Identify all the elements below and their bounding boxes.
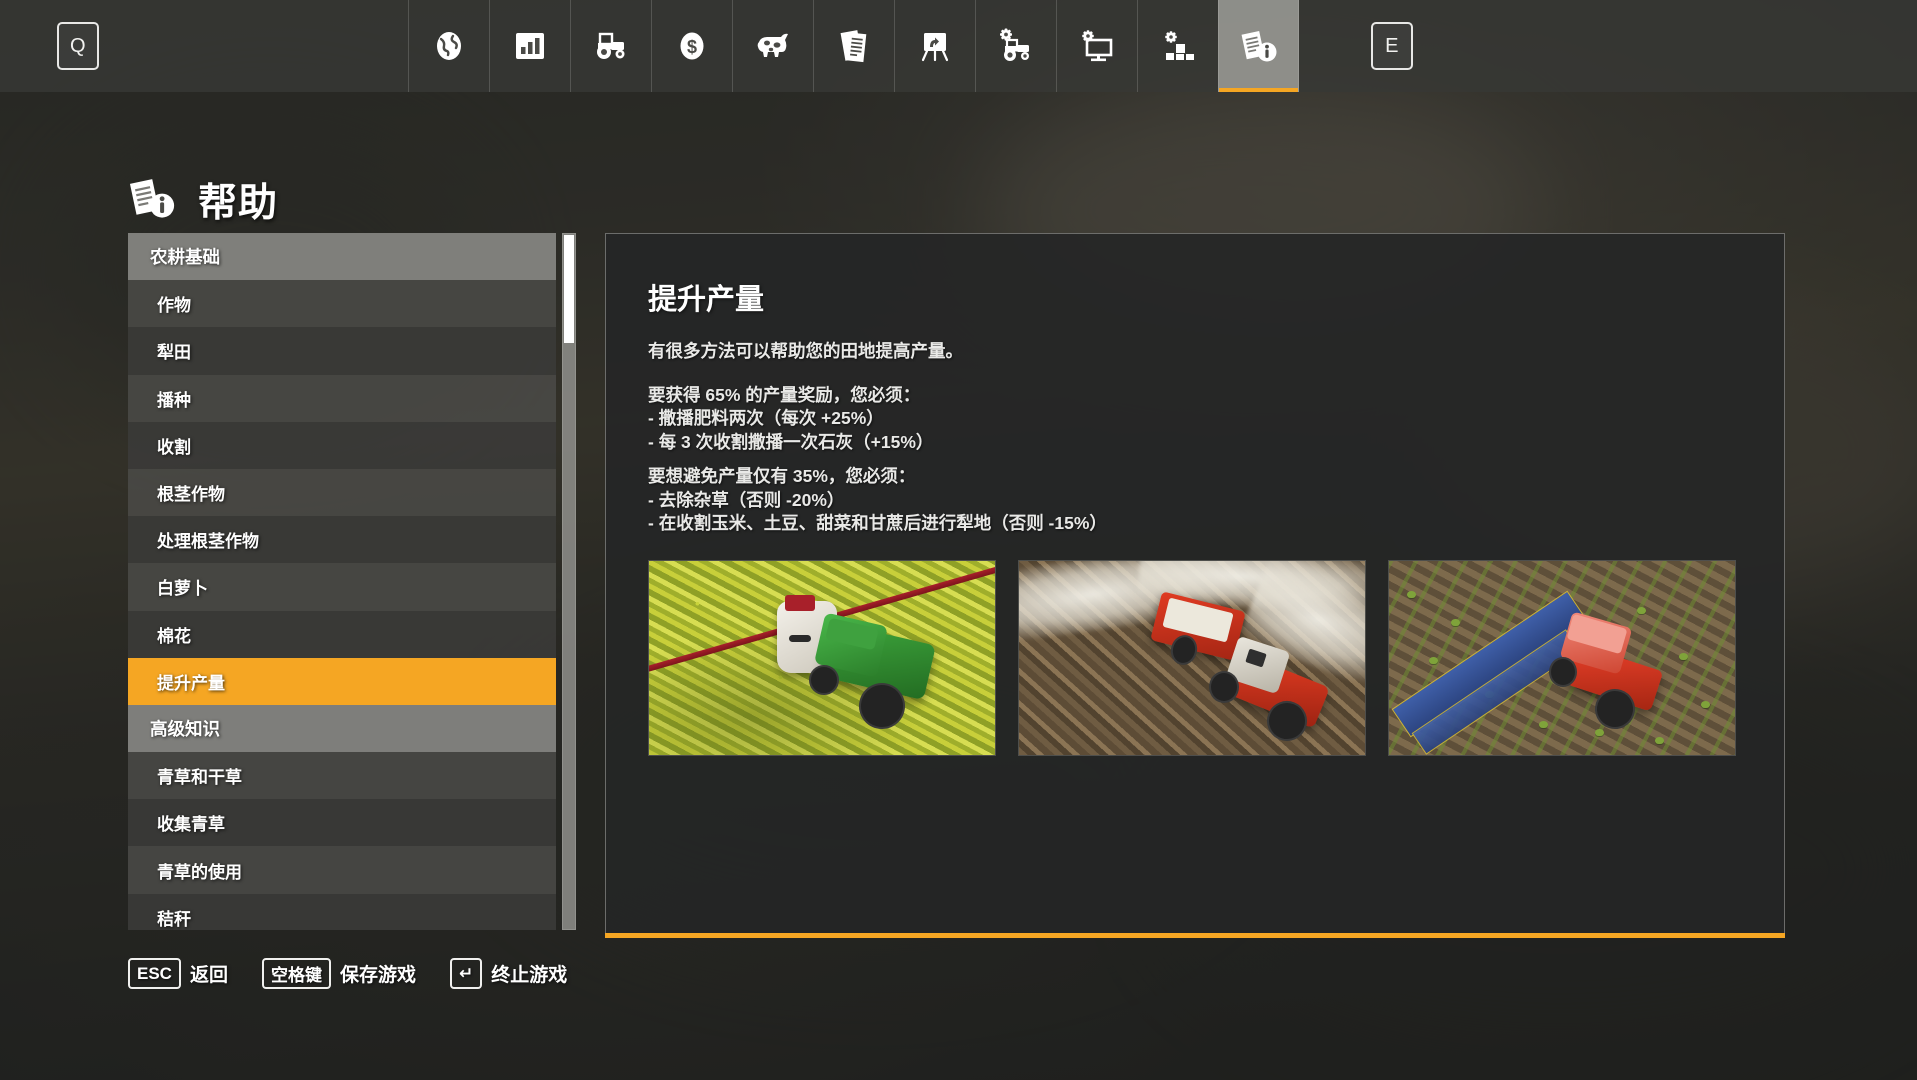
cow-icon [753,30,793,62]
bonus-line-1-text: - 撒播肥料两次（每次 +25%） [648,408,884,428]
sidebar-scrollbar[interactable] [562,233,576,930]
globe-icon [432,29,466,63]
label-back: 返回 [189,965,228,986]
nav-tab-list: $ [408,0,1299,92]
sidebar-item-crops[interactable]: 作物 [128,280,556,328]
bonus-heading-text: 要获得 65% 的产量奖励，您必须： [648,384,921,405]
nav-tab-vehicle-config[interactable] [975,0,1056,92]
help-entry-back[interactable]: ESC 返回 [128,958,228,989]
dollar-coin-icon: $ [675,29,709,63]
help-entry-quit-game[interactable]: ↵ 终止游戏 [450,958,567,989]
tractor-gear-icon [996,28,1036,64]
sidebar-item-collect-grass[interactable]: 收集青草 [128,799,556,847]
bar-chart-icon [513,29,547,63]
help-topic-list: 农耕基础 作物 犁田 播种 收割 根茎作物 处理根茎作物 白萝卜 棉花 提升产量… [128,233,556,930]
help-content-panel: 提升产量 有很多方法可以帮助您的田地提高产量。 要获得 65% 的产量奖励，您必… [605,233,1785,933]
nav-tab-vehicles[interactable] [570,0,651,92]
sidebar-section-header: 农耕基础 [128,233,556,281]
nav-tab-mods[interactable] [1137,0,1218,92]
blocks-gear-icon [1161,29,1195,63]
sidebar-item-grass-usage[interactable]: 青草的使用 [128,846,556,894]
sidebar-item-straw[interactable]: 秸秆 [128,893,556,930]
bottom-help-bar: ESC 返回 空格键 保存游戏 ↵ 终止游戏 [128,958,567,989]
sidebar-item-root-crops[interactable]: 根茎作物 [128,468,556,517]
sidebar-item-sowing[interactable]: 播种 [128,374,556,422]
prev-tab-key-q[interactable]: Q [57,22,99,70]
sidebar-section-header-advanced: 高级知识 [128,704,556,753]
tractor-icon [592,29,630,63]
key-enter: ↵ [450,958,483,989]
nav-tab-statistics[interactable] [489,0,570,92]
svg-text:$: $ [687,37,697,57]
sidebar-item-grass-and-hay[interactable]: 青草和干草 [128,752,556,800]
topbar-right-region: E [1299,0,1917,92]
sidebar-item-plowing[interactable]: 犁田 [128,327,556,375]
weeder-on-young-crop-image [1388,559,1736,756]
top-navigation-bar: Q $ E [0,0,1917,92]
nav-tab-map[interactable] [408,0,489,92]
key-esc: ESC [128,958,181,989]
sprayer-in-canola-field-image [648,559,996,756]
document-info-icon [1240,28,1278,64]
key-space: 空格键 [261,958,331,989]
nav-tab-contracts[interactable] [813,0,894,92]
nav-tab-help[interactable] [1218,0,1299,92]
label-save-game: 保存游戏 [339,965,416,986]
penalty-heading-text: 要想避免产量仅有 35%，您必须： [648,466,916,486]
sidebar-item-white-radish[interactable]: 白萝卜 [128,563,556,611]
nav-tab-animals[interactable] [732,0,813,92]
help-topic-sidebar: 农耕基础 作物 犁田 播种 收割 根茎作物 处理根茎作物 白萝卜 棉花 提升产量… [128,233,576,930]
lime-spreader-on-soil-image [1018,559,1366,756]
nav-tab-game-settings[interactable] [1056,0,1137,92]
monitor-gear-icon [1079,29,1115,63]
bonus-line-2-text: - 每 3 次收割撒播一次石灰（+15%） [648,431,934,452]
content-panel-accent-line [605,933,1785,938]
content-title: 提升产量 [648,284,765,316]
help-image-gallery [648,559,1736,756]
label-quit-game: 终止游戏 [491,965,568,986]
next-tab-key-e[interactable]: E [1371,22,1413,70]
penalty-line-2-text: - 在收割玉米、土豆、甜菜和甘蔗后进行犁地（否则 -15%） [648,513,1107,533]
sidebar-item-increase-yield[interactable]: 提升产量 [128,657,556,705]
scrollbar-thumb[interactable] [564,235,574,343]
penalty-line-1-text: - 去除杂草（否则 -20%） [648,489,845,510]
topbar-left-region: Q [0,0,408,92]
page-title: 帮助 [198,182,279,225]
sidebar-item-harvest[interactable]: 收割 [128,421,556,469]
help-screen: Q $ E 帮助 农耕基础 作物 犁田 播种 收割 根茎作物 处理根茎作物 白萝… [0,0,1917,1080]
help-entry-save-game[interactable]: 空格键 保存游戏 [261,958,416,989]
documents-icon [837,28,871,64]
page-header: 帮助 [128,172,278,228]
easel-chart-icon [918,29,952,63]
nav-tab-finances[interactable]: $ [651,0,732,92]
sidebar-item-cotton[interactable]: 棉花 [128,610,556,658]
sidebar-item-processing-root-crops[interactable]: 处理根茎作物 [128,516,556,564]
content-intro-text: 有很多方法可以帮助您的田地提高产量。 [648,341,963,361]
nav-tab-prices[interactable] [894,0,975,92]
document-info-icon [128,175,176,226]
